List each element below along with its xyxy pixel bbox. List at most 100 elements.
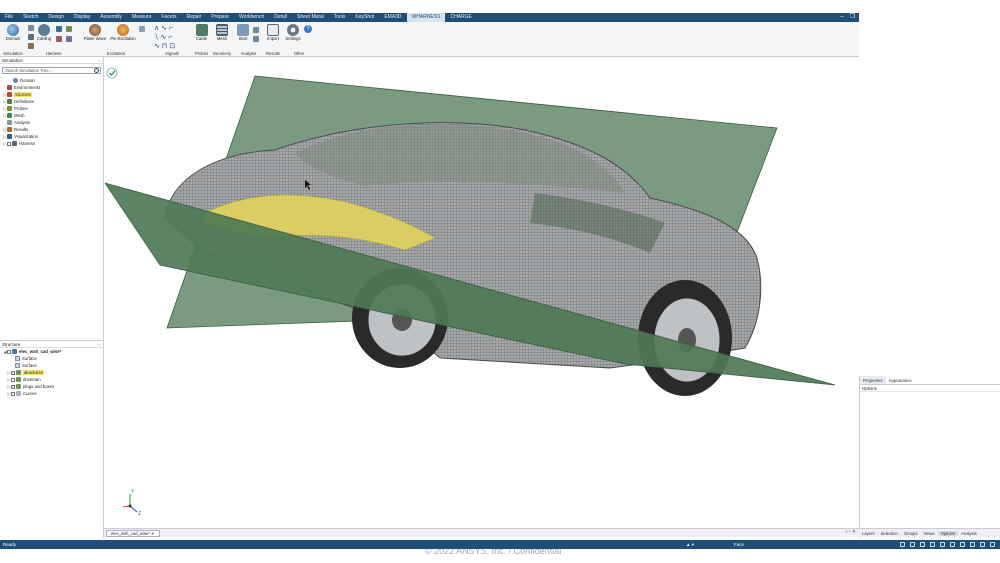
- fit-icon[interactable]: [940, 542, 945, 547]
- domain-button[interactable]: Domain: [3, 24, 23, 41]
- check-icon[interactable]: [106, 67, 118, 79]
- tab-nav-icons[interactable]: ‹ › ✕: [846, 529, 856, 535]
- menu-file[interactable]: File: [0, 13, 18, 22]
- select-tool-icon[interactable]: [900, 542, 905, 547]
- menu-keyshot[interactable]: KeyShot: [350, 13, 379, 22]
- tree-item-visualization[interactable]: ▷ Visualization: [3, 133, 103, 140]
- menu-ema3d[interactable]: EMA3D: [379, 13, 406, 22]
- selection-filter[interactable]: Face: [734, 540, 744, 549]
- structure-root[interactable]: ◢ elec_wsh_cad_wise*: [3, 348, 103, 355]
- restore-icon[interactable]: ❐: [850, 13, 855, 22]
- menu-measure[interactable]: Measure: [127, 13, 156, 22]
- visibility-checkbox[interactable]: [11, 377, 15, 382]
- tab-views[interactable]: Views: [921, 531, 938, 536]
- menu-assembly[interactable]: Assembly: [95, 13, 127, 22]
- visibility-checkbox[interactable]: [7, 141, 11, 146]
- structure-item[interactable]: ▷ Curves: [3, 390, 103, 397]
- visibility-checkbox[interactable]: [11, 384, 15, 389]
- cable-button[interactable]: Cable: [193, 24, 210, 41]
- warning-icon[interactable]: ▲ ▾: [686, 540, 694, 549]
- tree-item-sources[interactable]: ▷ Sources: [3, 91, 103, 98]
- shield-icon[interactable]: [66, 36, 72, 42]
- tree-item-analysis[interactable]: Analysis: [3, 119, 103, 126]
- mesh-button[interactable]: Mesh: [212, 24, 232, 41]
- structure-item[interactable]: Surface: [3, 355, 103, 362]
- tab-analysis[interactable]: Analysis: [958, 531, 980, 536]
- menu-workbench[interactable]: Workbench: [234, 13, 269, 22]
- structure-item[interactable]: ▷ structures: [3, 369, 103, 376]
- menu-display[interactable]: Display: [69, 13, 95, 22]
- 3d-viewport[interactable]: Y Z: [105, 58, 857, 528]
- settings-button[interactable]: Settings: [284, 24, 302, 41]
- resize-icon[interactable]: [990, 542, 995, 547]
- structure-item[interactable]: ▷ drivetrain: [3, 376, 103, 383]
- plane-wave-button[interactable]: Plane Wave: [83, 24, 107, 41]
- tree-item-harness[interactable]: ▷ Harness: [3, 140, 103, 147]
- visibility-checkbox[interactable]: [11, 391, 15, 396]
- pin-excitation-button[interactable]: Pin Excitation: [109, 24, 137, 41]
- tree-item-environments[interactable]: Environments: [3, 84, 103, 91]
- tree-item-mesh[interactable]: ▷ Mesh: [3, 112, 103, 119]
- branch-icon[interactable]: [66, 26, 72, 32]
- help-icon[interactable]: ?: [304, 25, 312, 33]
- tab-properties[interactable]: Properties: [860, 376, 886, 384]
- menu-sketch[interactable]: Sketch: [18, 13, 43, 22]
- tree-item-definitions[interactable]: ▷ Definitions: [3, 98, 103, 105]
- minimize-icon[interactable]: –: [840, 13, 843, 22]
- search-icon[interactable]: [94, 68, 99, 73]
- visibility-checkbox[interactable]: [7, 349, 11, 354]
- menu-sheet-metal[interactable]: Sheet Metal: [292, 13, 329, 22]
- view-cube-icon[interactable]: [950, 542, 955, 547]
- terminal-icon[interactable]: [56, 36, 62, 42]
- measure-icon[interactable]: [970, 542, 975, 547]
- menu-detail[interactable]: Detail: [269, 13, 292, 22]
- menu-wharness[interactable]: WHARNESS: [406, 13, 446, 22]
- wire-icon[interactable]: [28, 25, 34, 31]
- properties-tabs: Properties Appearance: [860, 376, 1000, 385]
- tab-selection[interactable]: Selection: [878, 531, 901, 536]
- visibility-checkbox[interactable]: [11, 370, 15, 375]
- analysis-option2-icon[interactable]: [253, 36, 259, 42]
- pin-icon[interactable]: ▫: [98, 57, 100, 64]
- signal-waveform-icons[interactable]: ∧ ∿ ⌐ ∖ ∿ ⌐ ∿ ⊓ ⊡: [154, 24, 175, 51]
- sources-icon: [7, 92, 12, 97]
- pan-tool-icon[interactable]: [910, 542, 915, 547]
- tab-layers[interactable]: Layers: [859, 531, 878, 536]
- tree-item-results[interactable]: ▷ Results: [3, 126, 103, 133]
- start-button[interactable]: Start: [235, 24, 251, 41]
- menu-repair[interactable]: Repair: [182, 13, 207, 22]
- bundle-icon[interactable]: [28, 43, 34, 49]
- import-icon: [267, 24, 279, 36]
- menu-prepare[interactable]: Prepare: [206, 13, 234, 22]
- analysis-option-icon[interactable]: [253, 27, 259, 33]
- probes-icon: [7, 106, 12, 111]
- zoom-icon[interactable]: [960, 542, 965, 547]
- component-icon: [16, 377, 21, 382]
- simulation-search-input[interactable]: Search Simulation Tree...: [2, 67, 101, 74]
- pin-icon[interactable]: ▫: [98, 341, 100, 348]
- tree-item-probes[interactable]: ▷ Probes: [3, 105, 103, 112]
- route-icon[interactable]: [56, 26, 62, 32]
- structure-item[interactable]: ▷ plugs and boxes: [3, 383, 103, 390]
- cabling-button[interactable]: Cabling: [36, 24, 52, 41]
- tab-options[interactable]: Options: [937, 530, 959, 536]
- menu-bar: File Sketch Design Display Assembly Measure Fa…: [0, 13, 859, 22]
- excitation-options-icon[interactable]: [139, 26, 145, 32]
- ribbon-group-geometry: Mesh Geometry: [210, 22, 234, 57]
- options-row[interactable]: Options: [860, 385, 1000, 392]
- rotate-tool-icon[interactable]: [920, 542, 925, 547]
- connector-icon[interactable]: [28, 34, 34, 40]
- tab-groups[interactable]: Groups: [901, 531, 921, 536]
- import-button[interactable]: Import: [265, 24, 281, 41]
- document-tab[interactable]: elec_wsh_cad_wise* ✕: [106, 530, 160, 537]
- box-select-icon[interactable]: [930, 542, 935, 547]
- menu-facets[interactable]: Facets: [156, 13, 181, 22]
- menu-tools[interactable]: Tools: [329, 13, 351, 22]
- structure-item[interactable]: Surface: [3, 362, 103, 369]
- tree-item-domain[interactable]: Domain: [3, 77, 103, 84]
- tab-appearance[interactable]: Appearance: [886, 376, 915, 384]
- expand-icon[interactable]: [980, 542, 985, 547]
- close-icon[interactable]: ✕: [151, 531, 155, 536]
- menu-charge[interactable]: CHARGE: [445, 13, 476, 22]
- menu-design[interactable]: Design: [43, 13, 69, 22]
